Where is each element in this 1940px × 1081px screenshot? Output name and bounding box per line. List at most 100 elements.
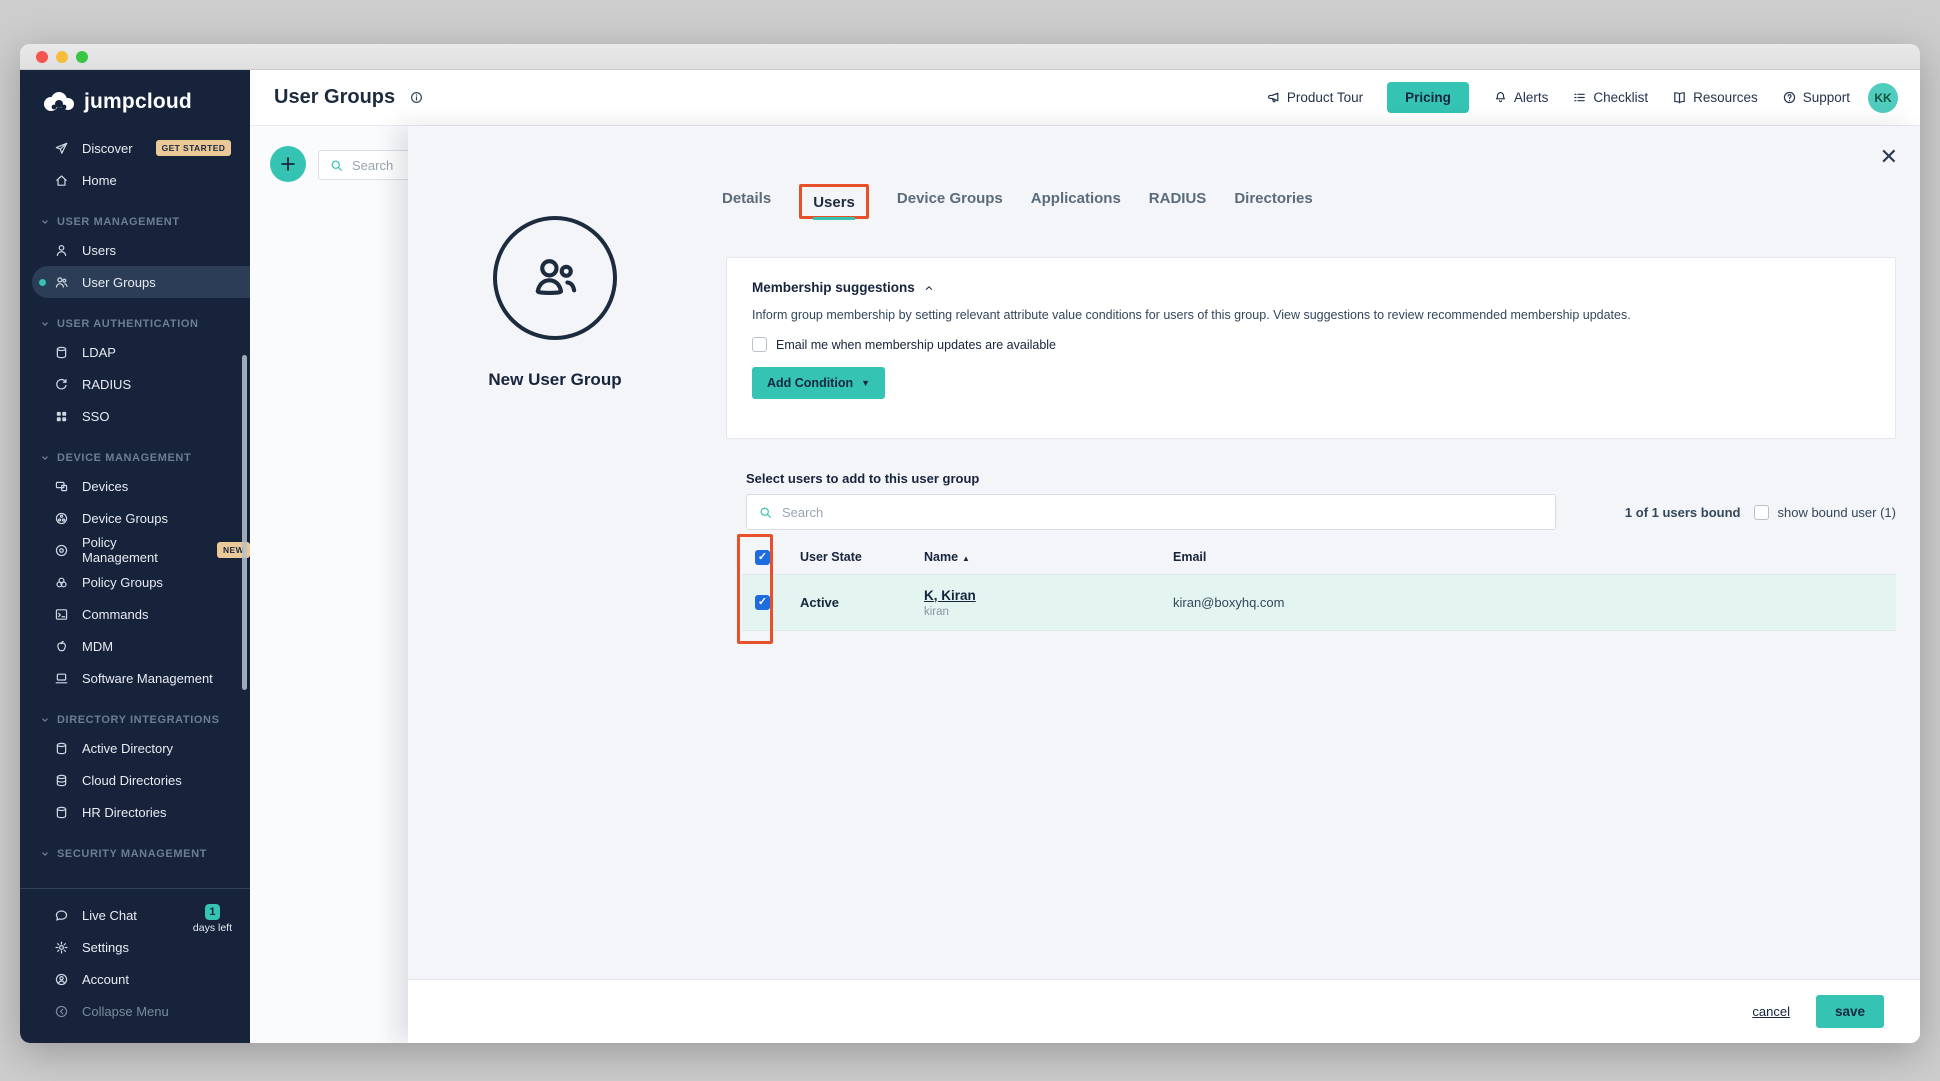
users-table-body: ActiveK, Kirankirankiran@boxyhq.com — [742, 575, 1896, 631]
sidebar-item-label: Collapse Menu — [82, 1004, 169, 1019]
discover-icon — [54, 141, 69, 156]
sidebar-item-mdm[interactable]: MDM — [20, 630, 250, 662]
sidebar-item-policy-groups[interactable]: Policy Groups — [20, 566, 250, 598]
sidebar-item-radius[interactable]: RADIUS — [20, 368, 250, 400]
users-search-box — [746, 494, 1556, 530]
chevron-down-icon — [40, 217, 50, 227]
cancel-button[interactable]: cancel — [1752, 1004, 1790, 1019]
save-button[interactable]: save — [1816, 995, 1884, 1028]
sidebar-item-discover[interactable]: Discover GET STARTED — [20, 132, 250, 164]
sidebar-footer: Live Chat1days leftSettings Account Collap… — [20, 888, 250, 1043]
sidebar-item-label: MDM — [82, 639, 113, 654]
sidebar-item-active-directory[interactable]: Active Directory — [20, 732, 250, 764]
sidebar-section-security-management[interactable]: SECURITY MANAGEMENT — [20, 842, 250, 866]
show-bound-checkbox[interactable] — [1754, 505, 1769, 520]
product-tour-button[interactable]: Product Tour — [1266, 90, 1363, 105]
column-header-name[interactable]: Name▲ — [924, 550, 1173, 564]
users-bound-summary: 1 of 1 users bound — [1625, 505, 1741, 520]
membership-suggestions-title: Membership suggestions — [752, 280, 915, 295]
checklist-button[interactable]: Checklist — [1572, 90, 1648, 105]
sidebar-item-label: Discover — [82, 141, 133, 156]
column-header-user-state[interactable]: User State — [800, 550, 924, 564]
row-checkbox[interactable] — [755, 595, 770, 610]
sidebar-item-sso[interactable]: SSO — [20, 400, 250, 432]
sidebar-item-label: Account — [82, 972, 129, 987]
tab-device-groups[interactable]: Device Groups — [897, 190, 1003, 213]
pricing-button[interactable]: Pricing — [1387, 82, 1469, 113]
tab-applications[interactable]: Applications — [1031, 190, 1121, 213]
sidebar-item-devices[interactable]: Devices — [20, 470, 250, 502]
hr-directories-icon — [54, 805, 69, 820]
sidebar-section-directory-integrations[interactable]: DIRECTORY INTEGRATIONS — [20, 708, 250, 732]
trial-days-badge: 1days left — [193, 903, 232, 934]
sidebar-item-device-groups[interactable]: Device Groups — [20, 502, 250, 534]
alerts-button[interactable]: Alerts — [1493, 90, 1549, 105]
sidebar-section-device-management[interactable]: DEVICE MANAGEMENT — [20, 446, 250, 470]
sidebar-item-label: Active Directory — [82, 741, 173, 756]
sidebar-item-account[interactable]: Account — [20, 963, 250, 995]
sidebar-item-users[interactable]: Users — [20, 234, 250, 266]
sidebar: jumpcloud Discover GET STARTED Home USER MA… — [20, 70, 250, 1043]
user-name-link[interactable]: K, Kiran — [924, 588, 1173, 603]
devices-icon — [54, 479, 69, 494]
account-icon — [54, 972, 69, 987]
tab-radius[interactable]: RADIUS — [1149, 190, 1207, 213]
policy-management-icon — [54, 543, 69, 558]
avatar[interactable]: KK — [1868, 83, 1898, 113]
sidebar-item-collapse-menu[interactable]: Collapse Menu — [20, 995, 250, 1027]
live-chat-icon — [54, 908, 69, 923]
zoom-window-button[interactable] — [76, 51, 88, 63]
sidebar-item-commands[interactable]: Commands — [20, 598, 250, 630]
users-table-header: User State Name▲ Email — [742, 540, 1896, 575]
column-header-email[interactable]: Email — [1173, 550, 1896, 564]
sidebar-item-home[interactable]: Home — [20, 164, 250, 196]
sidebar-badge: GET STARTED — [156, 140, 232, 156]
sidebar-nav: DiscoverGET STARTEDHomeUSER MANAGEMENTUs… — [20, 128, 250, 888]
sidebar-item-label: RADIUS — [82, 377, 131, 392]
membership-suggestions-card: Membership suggestions Inform group memb… — [726, 257, 1896, 439]
sidebar-item-label: Policy Groups — [82, 575, 163, 590]
sidebar-scrollbar[interactable] — [242, 355, 247, 690]
jumpcloud-logo[interactable]: jumpcloud — [20, 70, 250, 128]
email-updates-checkbox[interactable] — [752, 337, 767, 352]
sidebar-item-label: User Groups — [82, 275, 156, 290]
select-all-checkbox[interactable] — [755, 550, 770, 565]
close-icon[interactable]: ✕ — [1880, 146, 1898, 168]
info-icon[interactable] — [409, 90, 424, 105]
tab-details[interactable]: Details — [722, 190, 771, 213]
chevron-down-icon — [40, 319, 50, 329]
sidebar-item-software-management[interactable]: Software Management — [20, 662, 250, 694]
table-row[interactable]: ActiveK, Kirankirankiran@boxyhq.com — [742, 575, 1896, 631]
sidebar-item-cloud-directories[interactable]: Cloud Directories — [20, 764, 250, 796]
device-groups-icon — [54, 511, 69, 526]
sidebar-item-label: Cloud Directories — [82, 773, 182, 788]
tab-directories[interactable]: Directories — [1234, 190, 1312, 213]
sidebar-section-user-authentication[interactable]: USER AUTHENTICATION — [20, 312, 250, 336]
chevron-up-icon — [923, 282, 935, 294]
users-search-input[interactable] — [782, 505, 1499, 520]
sidebar-section-user-management[interactable]: USER MANAGEMENT — [20, 210, 250, 234]
sidebar-item-label: HR Directories — [82, 805, 167, 820]
support-button[interactable]: Support — [1782, 90, 1850, 105]
sidebar-item-policy-management[interactable]: Policy ManagementNEW — [20, 534, 250, 566]
sidebar-item-live-chat[interactable]: Live Chat1days left — [20, 899, 250, 931]
sidebar-item-ldap[interactable]: LDAP — [20, 336, 250, 368]
plus-icon — [279, 155, 297, 173]
show-bound-label: show bound user (1) — [1777, 505, 1896, 520]
close-window-button[interactable] — [36, 51, 48, 63]
tab-users[interactable]: Users — [813, 194, 855, 220]
add-condition-button[interactable]: Add Condition ▼ — [752, 367, 885, 399]
sidebar-item-hr-directories[interactable]: HR Directories — [20, 796, 250, 828]
app-header: User Groups Product TourPricingAlertsChe… — [250, 70, 1920, 126]
sidebar-item-label: SSO — [82, 409, 109, 424]
sidebar-item-user-groups[interactable]: User Groups — [32, 266, 250, 298]
membership-suggestions-toggle[interactable]: Membership suggestions — [752, 280, 1870, 295]
user-username: kiran — [924, 606, 1173, 618]
sidebar-item-label: Policy Management — [82, 535, 194, 565]
resources-button[interactable]: Resources — [1672, 90, 1758, 105]
sidebar-item-settings[interactable]: Settings — [20, 931, 250, 963]
new-user-group-panel: ✕ New User Group DetailsUsersDevice Grou… — [408, 126, 1920, 1043]
cell-user-state: Active — [800, 595, 924, 610]
minimize-window-button[interactable] — [56, 51, 68, 63]
add-user-group-button[interactable] — [270, 146, 306, 182]
